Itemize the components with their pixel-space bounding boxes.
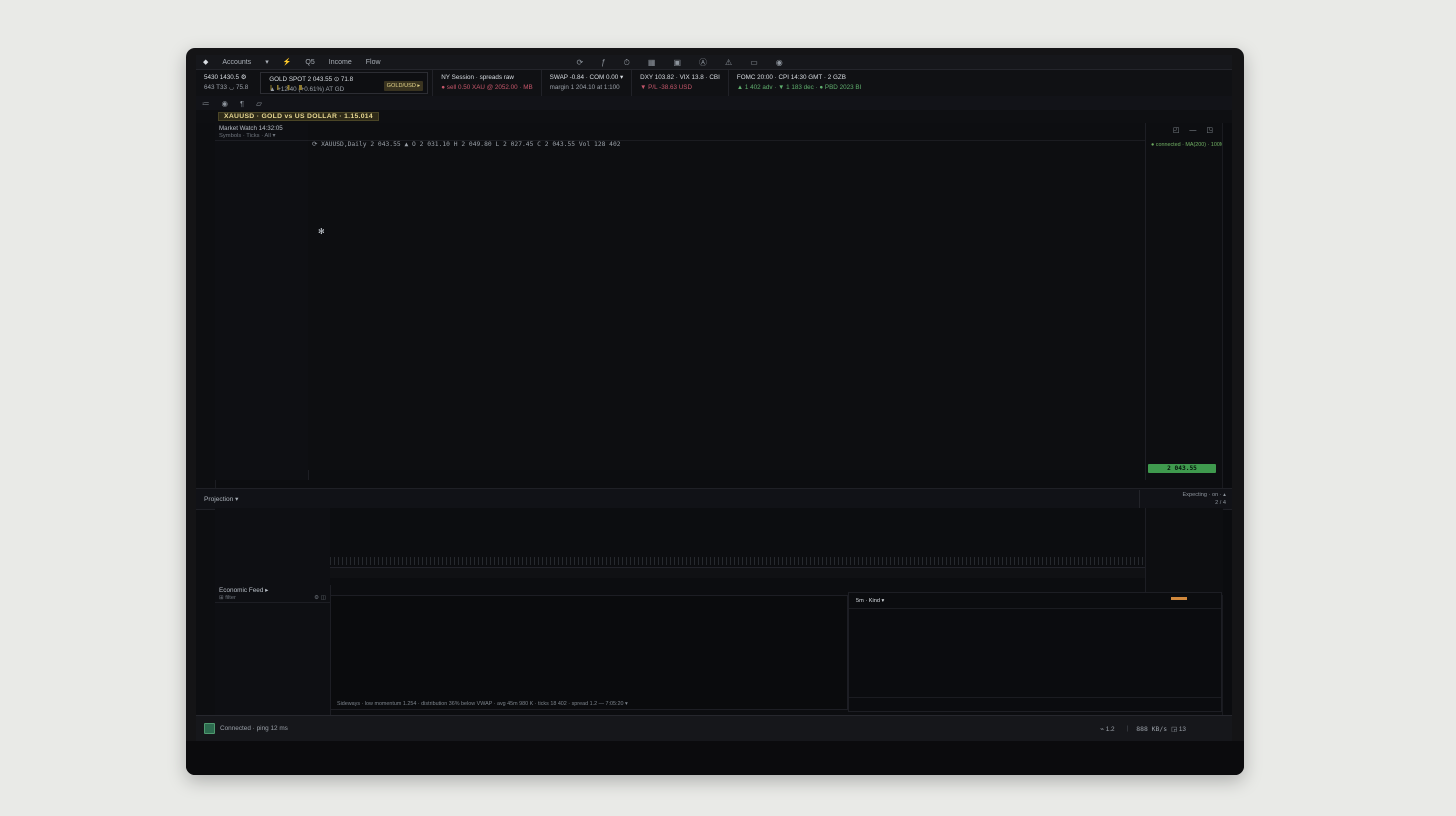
quote-line-2: 643 T33 ◡ 75.8 xyxy=(204,83,248,93)
quote-pill[interactable]: GOLD/USD ▸ xyxy=(384,81,424,91)
current-price-tag: 2 043.55 xyxy=(1148,464,1216,473)
quote-line-2: ▲ 1 402 adv · ▼ 1 183 dec · ● PBD 2023 B… xyxy=(737,83,861,93)
quote-line-2: ● sell 0.50 XAU @ 2052.00 · MB xyxy=(441,83,532,93)
quote-section: GOLD SPOT 2 043.55 ⊙ 71.8▲ +12.40 (+0.61… xyxy=(260,72,428,94)
menu-items: Accounts ▾ ⚡ Q5 Income Flow xyxy=(215,58,387,66)
chart-tabs xyxy=(308,123,1145,141)
menu-icon[interactable]: ƒ xyxy=(601,58,605,67)
session-times-row xyxy=(330,578,1145,592)
market-watch-title: Market Watch 14:32:05 xyxy=(215,123,308,132)
heatmap-header: 5m · Kind ▾ xyxy=(849,593,1221,609)
menu-icon[interactable]: ▣ xyxy=(673,58,681,67)
toolbar-right-box: Expecting · on · ▴ 2 / 4 xyxy=(1139,490,1232,508)
quote-section: SWAP -0.84 · COM 0.00 ▾margin 1 204.10 a… xyxy=(541,70,632,96)
symbol-row: XAUUSD · GOLD vs US DOLLAR · 1.15.014 xyxy=(196,110,1232,124)
market-watch: Market Watch 14:32:05 Symbols · Ticks · … xyxy=(215,123,309,480)
menu-item[interactable]: Q5 xyxy=(305,59,314,66)
menu-icon[interactable]: ⏱ xyxy=(624,58,630,67)
chart-marker-icon: ✻ xyxy=(318,227,325,236)
volume-status-line: Sideways · low momentum 1.254 · distribu… xyxy=(337,701,842,707)
heatmap-footer xyxy=(849,697,1221,711)
data-rate: 888 KB/s xyxy=(1136,725,1167,733)
connection-icon xyxy=(204,723,215,734)
quote-section: NY Session · spreads raw● sell 0.50 XAU … xyxy=(432,70,540,96)
news-panel-header[interactable]: ⊞ filter⚙ ◫ xyxy=(215,595,330,603)
divider: | xyxy=(1127,725,1129,732)
quote-line-1: DXY 103.82 · VIX 13.8 · CBI xyxy=(640,73,720,83)
oscillator-side-panel xyxy=(1145,508,1223,595)
status-bar: Connected · ping 12 ms ⌁ 1.2 | 888 KB/s … xyxy=(196,715,1232,741)
vertical-scrollbar[interactable] xyxy=(1222,123,1232,715)
quote-line-2: margin 1 204.10 at 1:100 xyxy=(550,83,624,93)
mini-sparkline xyxy=(267,85,313,90)
menu-bar: ◆ Accounts ▾ ⚡ Q5 Income Flow ⟳ ƒ ⏱ ▦ ▣ Ⓐ ⚠ ▭ ◉ xyxy=(196,55,1232,70)
market-watch-tabs[interactable]: Symbols · Ticks · All ▾ xyxy=(215,132,308,141)
chart-toolbar: ≔ ◉ ¶ ▱ xyxy=(196,96,1232,111)
heatmap-title[interactable]: 5m · Kind ▾ xyxy=(856,598,884,604)
toolbar-label[interactable]: Projection ▾ xyxy=(204,495,238,503)
menu-item[interactable]: Flow xyxy=(366,59,381,66)
menu-item[interactable]: ▾ xyxy=(265,59,269,66)
menu-item[interactable]: Income xyxy=(329,59,352,66)
connection-label: ● connected · MA(200) · 100M xyxy=(1151,142,1224,148)
menu-item[interactable]: ⚡ xyxy=(283,59,292,66)
left-tool-strip xyxy=(196,123,216,720)
menu-icon[interactable]: ◉ xyxy=(776,58,783,67)
menu-icon-group: ⟳ ƒ ⏱ ▦ ▣ Ⓐ ⚠ ▭ ◉ xyxy=(568,57,792,68)
order-ticket-panel xyxy=(215,508,331,585)
net-label: ⌁ 1.2 xyxy=(1100,725,1115,733)
monitor-stand-bar xyxy=(186,741,1244,775)
menu-icon[interactable]: ⚠ xyxy=(725,58,732,67)
layout-icons[interactable]: ◰ — ◳ xyxy=(1173,126,1217,134)
tool-icon[interactable]: ▱ xyxy=(256,99,262,108)
quote-line-2: ▼ P/L -38.63 USD xyxy=(640,83,720,93)
corner-widget[interactable]: ◲ 13 xyxy=(1171,725,1186,733)
news-feed-panel: Economic Feed ▸ ⊞ filter⚙ ◫ xyxy=(215,585,331,720)
menu-icon[interactable]: ▦ xyxy=(648,58,656,67)
menu-icon[interactable]: ⟳ xyxy=(577,58,584,67)
news-panel-title[interactable]: Economic Feed ▸ xyxy=(215,585,330,595)
app-window: ◆ Accounts ▾ ⚡ Q5 Income Flow ⟳ ƒ ⏱ ▦ ▣ Ⓐ ⚠ ▭ ◉ 5430 … xyxy=(196,55,1232,745)
indicator-toolbar: Projection ▾ Expecting · on · ▴ 2 / 4 xyxy=(196,488,1232,510)
quote-section: FOMC 20:00 · CPI 14:30 GMT · 2 GZB▲ 1 40… xyxy=(728,70,869,96)
menu-item[interactable]: Accounts xyxy=(222,59,251,66)
candlestick-chart[interactable] xyxy=(308,153,1145,470)
quote-line-1: SWAP -0.84 · COM 0.00 ▾ xyxy=(550,73,624,83)
tool-icon[interactable]: ≔ xyxy=(202,99,210,108)
quote-strip: 5430 1430.5 ⚙643 T33 ◡ 75.8GOLD SPOT 2 0… xyxy=(196,70,1232,97)
quote-line-1: 5430 1430.5 ⚙ xyxy=(204,73,248,83)
oscillator-panel[interactable] xyxy=(330,508,1145,578)
tick-dots xyxy=(330,557,1145,565)
tool-icon[interactable]: ¶ xyxy=(240,99,244,108)
app-logo: ◆ xyxy=(203,58,208,66)
menu-icon[interactable]: ▭ xyxy=(750,58,758,67)
symbol-ticker[interactable]: XAUUSD · GOLD vs US DOLLAR · 1.15.014 xyxy=(218,112,379,121)
monitor-bezel: ◆ Accounts ▾ ⚡ Q5 Income Flow ⟳ ƒ ⏱ ▦ ▣ Ⓐ ⚠ ▭ ◉ 5430 … xyxy=(186,48,1244,775)
quote-section: 5430 1430.5 ⚙643 T33 ◡ 75.8 xyxy=(196,70,256,96)
connection-status: Connected · ping 12 ms xyxy=(220,725,288,732)
ohlc-readout: ⟳ XAUUSD,Daily 2 043.55 ▲ O 2 031.10 H 2… xyxy=(312,141,621,153)
highlight-bar xyxy=(1171,597,1187,600)
quote-section: DXY 103.82 · VIX 13.8 · CBI▼ P/L -38.63 … xyxy=(631,70,728,96)
autoscroll-state: Expecting · on · ▴ xyxy=(1182,492,1226,498)
quote-line-1: NY Session · spreads raw xyxy=(441,73,532,83)
price-axis[interactable]: ◰ — ◳ ● connected · MA(200) · 100M 2 043… xyxy=(1145,123,1223,480)
quote-line-1: FOMC 20:00 · CPI 14:30 GMT · 2 GZB xyxy=(737,73,861,83)
menu-icon[interactable]: Ⓐ xyxy=(699,58,707,67)
volume-panel[interactable]: Sideways · low momentum 1.254 · distribu… xyxy=(330,595,848,710)
tool-icon[interactable]: ◉ xyxy=(222,99,229,108)
page-counter: 2 / 4 xyxy=(1215,500,1226,506)
depth-heatmap-panel[interactable]: 5m · Kind ▾ xyxy=(848,592,1222,712)
main-chart-panel: ⟳ XAUUSD,Daily 2 043.55 ▲ O 2 031.10 H 2… xyxy=(308,123,1145,470)
